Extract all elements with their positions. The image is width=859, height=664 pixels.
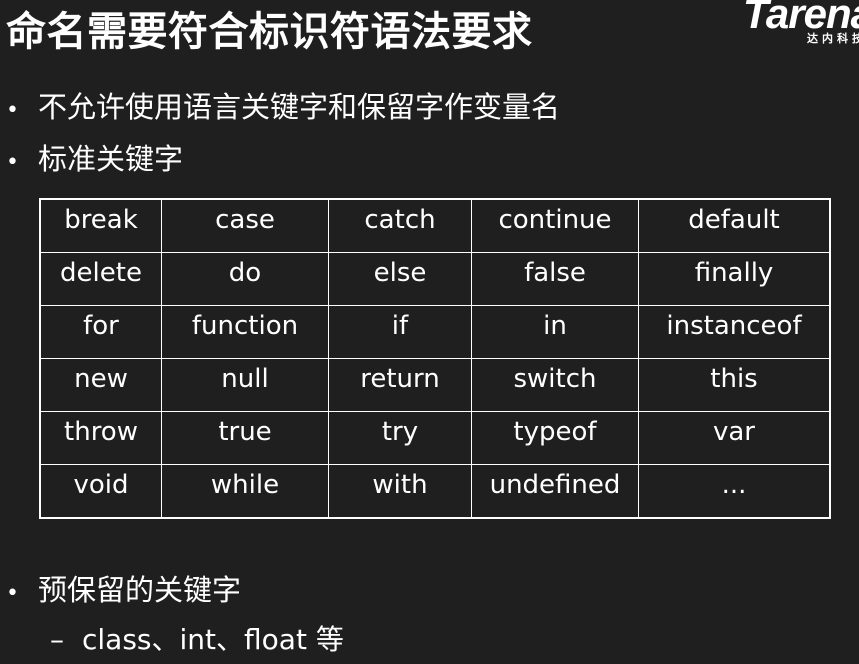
table-cell: ... [638,464,831,519]
sub-bullet-reserved-examples: – class、int、float 等 [50,621,344,659]
sub-bullet-marker: – [50,623,64,656]
table-cell: in [471,305,639,359]
table-row: new null return switch this [39,358,831,412]
tarena-logo: Tarena 达内科技 [719,0,859,50]
table-cell: void [39,464,162,519]
table-row: break case catch continue default [39,198,831,253]
table-row: for function if in instanceof [39,305,831,359]
bullet-reserved-words-rule: • 不允许使用语言关键字和保留字作变量名 [6,87,560,131]
table-cell: with [328,464,472,519]
table-cell: do [161,252,329,306]
table-row: void while with undefined... [39,464,831,519]
keywords-table-body: break case catch continue default delete do els… [39,198,831,519]
table-cell: new [39,358,162,412]
bullet-standard-keywords: • 标准关键字 [6,139,183,183]
table-cell: var [638,411,831,465]
table-cell: case [161,198,329,253]
bullet-marker: • [6,581,19,606]
table-cell: undefined [471,464,639,519]
table-cell: false [471,252,639,306]
table-cell: true [161,411,329,465]
table-cell: while [161,464,329,519]
bullet-marker: • [6,150,19,175]
table-cell: break [39,198,162,253]
bullet-text: 预保留的关键字 [38,573,242,607]
table-cell: delete [39,252,162,306]
table-cell: finally [638,252,831,306]
table-cell: throw [39,411,162,465]
table-cell: try [328,411,472,465]
table-cell: catch [328,198,472,253]
table-cell: function [161,305,329,359]
keywords-table: break case catch continue default delete do els… [39,198,831,519]
table-cell: for [39,305,162,359]
bullet-reserved-keywords: • 预保留的关键字 [6,570,241,614]
table-cell: this [638,358,831,412]
logo-subtitle: 达内科技 [807,32,859,45]
table-cell: continue [471,198,639,253]
table-cell: switch [471,358,639,412]
table-row: throw true try typeof var [39,411,831,465]
table-cell: null [161,358,329,412]
table-cell: typeof [471,411,639,465]
table-row: delete do else false finally [39,252,831,306]
table-cell: default [638,198,831,253]
sub-bullet-text: class、int、float 等 [82,623,344,656]
table-cell: if [328,305,472,359]
slide-title: 命名需要符合标识符语法要求 [6,9,533,55]
bullet-text: 标准关键字 [38,142,184,176]
bullet-text: 不允许使用语言关键字和保留字作变量名 [38,90,561,124]
table-cell: else [328,252,472,306]
table-cell: instanceof [638,305,831,359]
table-cell: return [328,358,472,412]
bullet-marker: • [6,98,19,123]
